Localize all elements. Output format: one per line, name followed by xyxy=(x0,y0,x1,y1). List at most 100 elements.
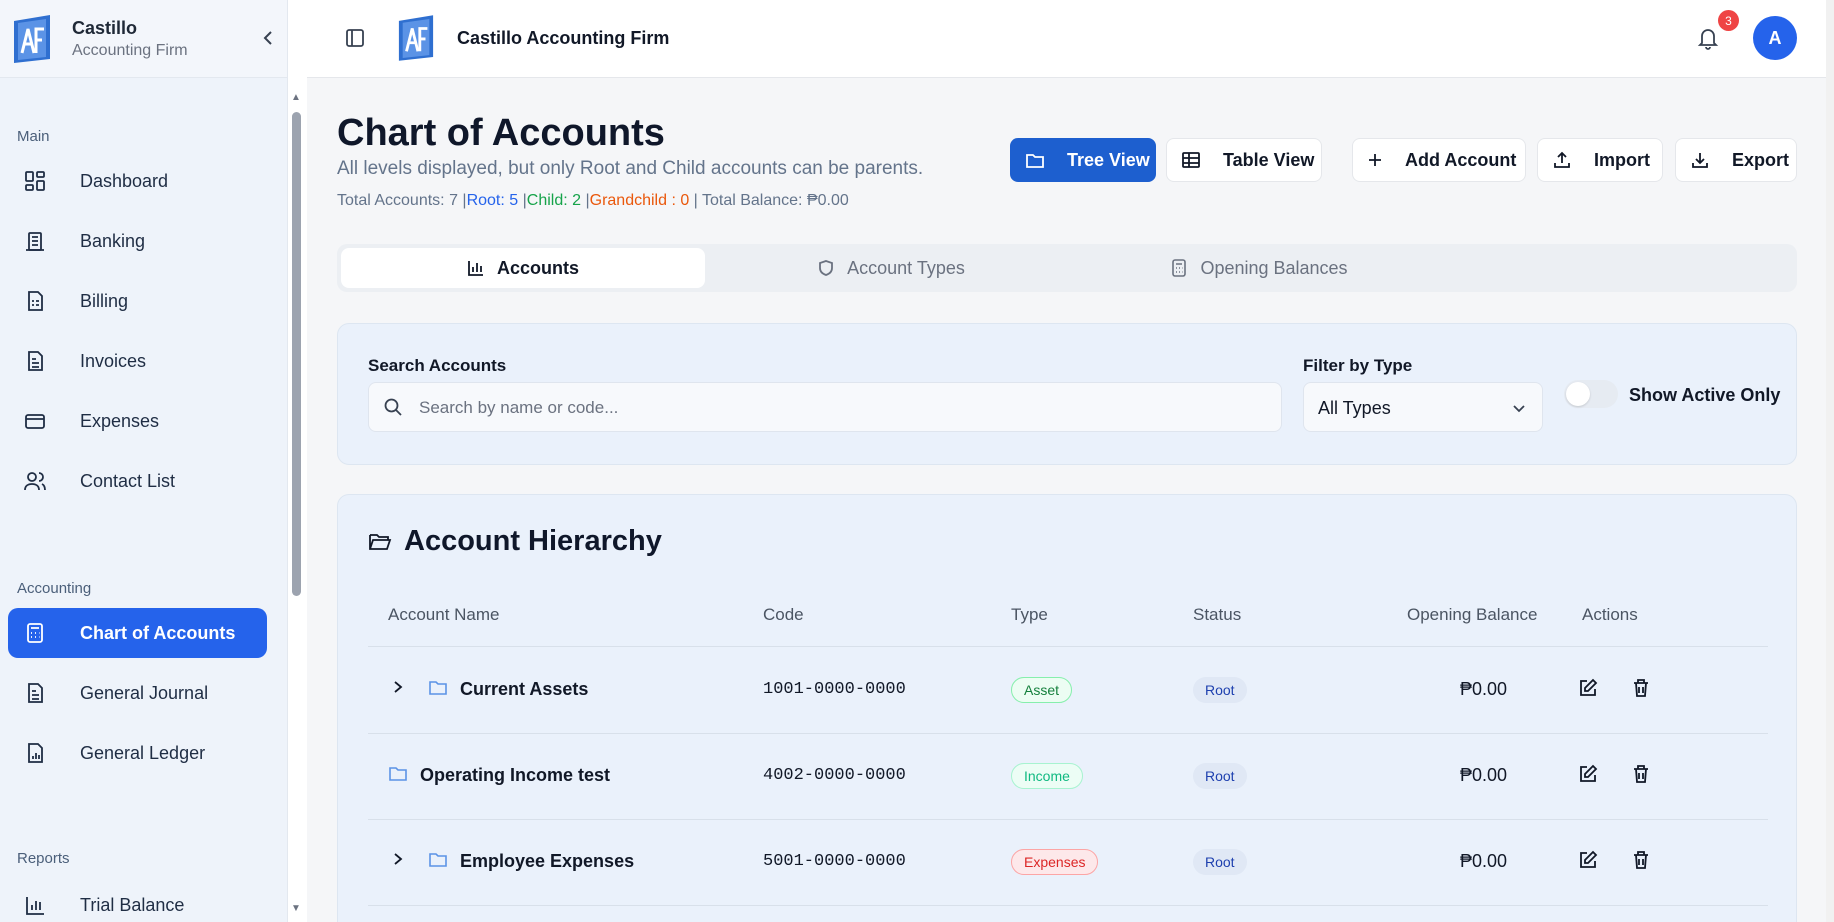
column-header-type[interactable]: Type xyxy=(1011,605,1048,625)
tab-accounts[interactable]: Accounts xyxy=(341,248,705,288)
folder-icon xyxy=(428,850,448,873)
ledger-icon xyxy=(22,740,48,766)
bar-chart-icon xyxy=(467,259,485,277)
notification-badge: 3 xyxy=(1718,10,1739,31)
account-name[interactable]: Operating Income test xyxy=(420,765,610,786)
bar-chart-icon xyxy=(22,892,48,918)
sidebar-nav: Main Dashboard Banking Billing Invoices … xyxy=(0,78,288,922)
users-icon xyxy=(22,468,48,494)
export-button[interactable]: Export xyxy=(1675,138,1797,182)
sidebar-scrollbar-thumb[interactable] xyxy=(292,112,301,596)
sidebar-item-banking[interactable]: Banking xyxy=(8,216,267,266)
scroll-up-arrow[interactable]: ▲ xyxy=(291,92,301,103)
plus-icon xyxy=(1367,152,1383,168)
column-header-account-name[interactable]: Account Name xyxy=(388,605,500,625)
page-scrollbar[interactable] xyxy=(1826,0,1834,922)
account-name[interactable]: Current Assets xyxy=(460,679,588,700)
table-row: Current Assets 1001-0000-0000 Asset Root… xyxy=(368,647,1768,733)
company-logo xyxy=(398,15,434,61)
sidebar-item-label: Invoices xyxy=(80,350,147,371)
column-header-code[interactable]: Code xyxy=(763,605,804,625)
credit-card-icon xyxy=(22,408,48,434)
add-account-button[interactable]: Add Account xyxy=(1352,138,1526,182)
sidebar-item-label: General Ledger xyxy=(80,742,206,763)
status-badge: Root xyxy=(1193,849,1247,875)
type-filter-select[interactable]: All Types xyxy=(1303,382,1543,432)
edit-icon[interactable] xyxy=(1578,850,1598,875)
table-row: Employee Expenses 5001-0000-0000 Expense… xyxy=(368,819,1768,905)
chevron-left-icon xyxy=(263,31,272,45)
opening-balance: ₱0.00 xyxy=(1460,765,1508,785)
export-label: Export xyxy=(1732,149,1790,170)
sidebar: Castillo Accounting Firm Main Dashboard … xyxy=(0,0,301,922)
tab-opening-balances[interactable]: Opening Balances xyxy=(1077,248,1441,288)
divider xyxy=(368,905,1768,906)
sidebar-item-general-ledger[interactable]: General Ledger xyxy=(8,728,267,778)
type-badge: Income xyxy=(1011,763,1083,789)
sidebar-item-label: Trial Balance xyxy=(80,894,185,915)
chevron-down-icon xyxy=(1512,399,1526,420)
sidebar-item-label: Banking xyxy=(80,230,146,251)
stat-root: Root: 5 xyxy=(466,192,519,209)
sidebar-item-general-journal[interactable]: General Journal xyxy=(8,668,267,718)
collapse-sidebar-button[interactable] xyxy=(262,30,274,51)
scroll-down-arrow[interactable]: ▼ xyxy=(291,903,301,914)
user-avatar[interactable]: A xyxy=(1753,16,1797,60)
edit-icon[interactable] xyxy=(1578,678,1598,703)
toggle-knob xyxy=(1566,382,1590,406)
status-badge: Root xyxy=(1193,763,1247,789)
trash-icon[interactable] xyxy=(1632,850,1650,875)
notifications-button[interactable] xyxy=(1697,26,1719,55)
account-stats: Total Accounts: 7 |Root: 5 |Child: 2 |Gr… xyxy=(337,192,849,210)
column-header-opening-balance[interactable]: Opening Balance xyxy=(1407,605,1537,625)
section-reports-label: Reports xyxy=(17,850,70,867)
download-icon xyxy=(1690,150,1710,170)
page-subtitle: All levels displayed, but only Root and … xyxy=(337,158,924,179)
account-name[interactable]: Employee Expenses xyxy=(460,851,634,872)
sidebar-item-expenses[interactable]: Expenses xyxy=(8,396,267,446)
sidebar-item-contact-list[interactable]: Contact List xyxy=(8,456,267,506)
table-view-button[interactable]: Table View xyxy=(1166,138,1322,182)
sidebar-item-billing[interactable]: Billing xyxy=(8,276,267,326)
active-only-toggle[interactable] xyxy=(1564,380,1618,408)
sidebar-header: Castillo Accounting Firm xyxy=(0,0,287,78)
tab-account-types[interactable]: Account Types xyxy=(709,248,1073,288)
calculator-icon xyxy=(1170,259,1188,277)
trash-icon[interactable] xyxy=(1632,764,1650,789)
stat-balance: | Total Balance: ₱0.00 xyxy=(689,192,849,209)
active-only-label: Show Active Only xyxy=(1629,385,1781,405)
stat-child: Child: 2 xyxy=(526,192,582,209)
folder-icon xyxy=(1025,151,1045,169)
type-badge: Expenses xyxy=(1011,849,1099,875)
stat-separator: | xyxy=(581,192,590,209)
sidebar-item-chart-of-accounts[interactable]: Chart of Accounts xyxy=(8,608,267,658)
toggle-sidebar-button[interactable] xyxy=(345,28,365,53)
calculator-icon xyxy=(22,620,48,646)
section-main-label: Main xyxy=(17,128,50,145)
bell-icon xyxy=(1697,29,1719,50)
import-label: Import xyxy=(1594,149,1650,170)
expand-chevron-icon[interactable] xyxy=(392,852,404,871)
brand-subtitle: Accounting Firm xyxy=(72,41,188,59)
import-button[interactable]: Import xyxy=(1537,138,1663,182)
status-badge: Root xyxy=(1193,677,1247,703)
sidebar-item-invoices[interactable]: Invoices xyxy=(8,336,267,386)
dashboard-icon xyxy=(22,168,48,194)
sidebar-item-label: Contact List xyxy=(80,470,176,491)
edit-icon[interactable] xyxy=(1578,764,1598,789)
table-view-label: Table View xyxy=(1223,149,1315,170)
hierarchy-title: Account Hierarchy xyxy=(404,525,662,557)
journal-icon xyxy=(22,680,48,706)
search-input[interactable] xyxy=(419,395,1259,421)
trash-icon[interactable] xyxy=(1632,678,1650,703)
sidebar-item-label: Billing xyxy=(80,290,129,311)
upload-icon xyxy=(1552,150,1572,170)
stat-total: Total Accounts: 7 | xyxy=(337,192,467,209)
expand-chevron-icon[interactable] xyxy=(392,680,404,699)
tree-view-button[interactable]: Tree View xyxy=(1010,138,1156,182)
filter-panel: Search Accounts Filter by Type All Types… xyxy=(337,323,1797,465)
column-header-status[interactable]: Status xyxy=(1193,605,1241,625)
tab-label: Account Types xyxy=(847,257,965,278)
sidebar-item-dashboard[interactable]: Dashboard xyxy=(8,156,267,206)
sidebar-item-trial-balance[interactable]: Trial Balance xyxy=(8,880,267,922)
